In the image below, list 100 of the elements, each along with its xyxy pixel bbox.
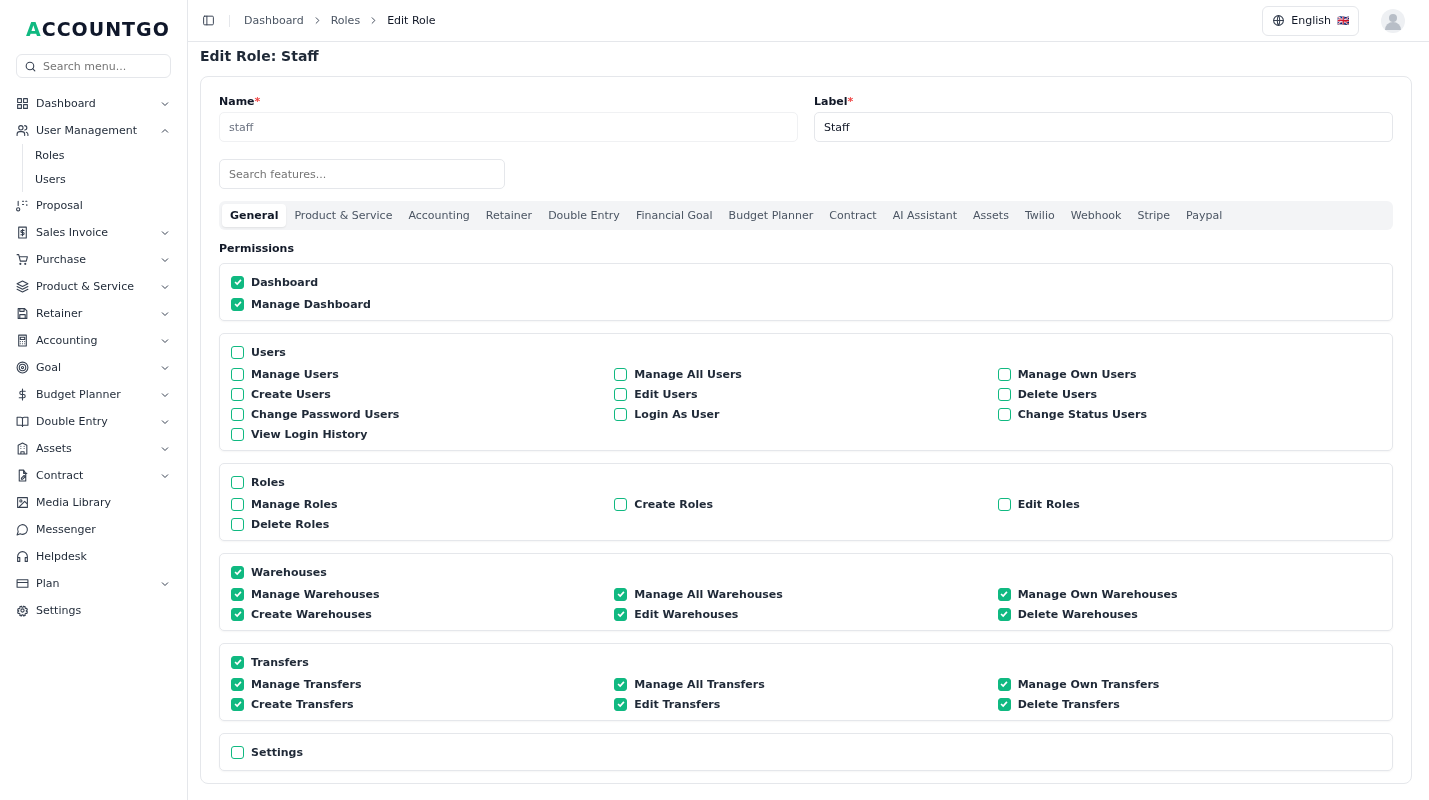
- checkbox[interactable]: [614, 497, 628, 511]
- checkbox-label: Manage Roles: [251, 497, 338, 511]
- checkbox[interactable]: [997, 407, 1011, 421]
- sidebar-item[interactable]: Contract: [16, 462, 171, 489]
- settings-icon: [16, 604, 29, 617]
- sidebar-subitem[interactable]: Roles: [35, 144, 171, 168]
- sidebar-item-label: Sales Invoice: [36, 226, 110, 239]
- checkbox[interactable]: [614, 677, 628, 691]
- language-button[interactable]: English 🇬🇧: [1262, 5, 1359, 36]
- checkbox-label: Settings: [251, 745, 303, 759]
- tab[interactable]: Contract: [821, 204, 885, 227]
- sidebar-item[interactable]: Settings: [16, 597, 171, 624]
- checkbox-label: Create Transfers: [251, 697, 354, 711]
- sidebar-item-label: Proposal: [36, 199, 84, 212]
- sidebar-item[interactable]: Purchase: [16, 246, 171, 273]
- checkbox[interactable]: [231, 387, 244, 401]
- checkbox[interactable]: [231, 427, 244, 441]
- checkbox-label: Create Roles: [634, 497, 714, 511]
- target-icon: [16, 361, 29, 374]
- tab[interactable]: Accounting: [400, 204, 478, 227]
- avatar[interactable]: [1381, 8, 1405, 33]
- checkbox[interactable]: [231, 565, 244, 579]
- tab[interactable]: Retainer: [477, 204, 541, 227]
- sidebar-item[interactable]: Goal: [16, 354, 171, 381]
- breadcrumb-item[interactable]: Dashboard: [244, 14, 304, 27]
- tab[interactable]: Twilio: [1016, 204, 1063, 227]
- checkbox[interactable]: [231, 607, 244, 621]
- checkbox-label: Edit Transfers: [634, 697, 721, 711]
- tab[interactable]: Paypal: [1178, 204, 1231, 227]
- checkbox[interactable]: [231, 297, 244, 311]
- checkbox[interactable]: [614, 697, 628, 711]
- sidebar-item[interactable]: Accounting: [16, 327, 171, 354]
- checkbox[interactable]: [997, 367, 1011, 381]
- tab[interactable]: General: [222, 204, 287, 227]
- sidebar-item[interactable]: Sales Invoice: [16, 219, 171, 246]
- cart-icon: [16, 253, 29, 266]
- checkbox-label: View Login History: [251, 427, 368, 441]
- sidebar-item[interactable]: Product & Service: [16, 273, 171, 300]
- checkbox-label: Edit Roles: [1017, 497, 1080, 511]
- sidebar-item[interactable]: Messenger: [16, 516, 171, 543]
- search-features-field[interactable]: Search features...: [219, 159, 505, 189]
- checkbox[interactable]: [231, 677, 244, 691]
- search-menu-field[interactable]: Search menu...: [16, 54, 171, 78]
- checkbox[interactable]: [614, 387, 628, 401]
- sidebar-item-label: Accounting: [36, 334, 99, 347]
- checkbox-label: Delete Users: [1017, 387, 1097, 401]
- checkbox[interactable]: [231, 497, 244, 511]
- checkbox[interactable]: [231, 517, 244, 531]
- tab[interactable]: Double Entry: [540, 204, 628, 227]
- tab[interactable]: Product & Service: [286, 204, 401, 227]
- checkbox-label: Transfers: [251, 655, 309, 669]
- checkbox[interactable]: [231, 655, 244, 669]
- sidebar-item[interactable]: Double Entry: [16, 408, 171, 435]
- tab[interactable]: Stripe: [1129, 204, 1179, 227]
- sidebar-item-label: Purchase: [36, 253, 87, 266]
- sidebar-item[interactable]: Dashboard: [16, 90, 171, 117]
- grid-icon: [16, 97, 29, 110]
- breadcrumb-item: Edit Role: [387, 14, 436, 27]
- sidebar-item[interactable]: Media Library: [16, 489, 171, 516]
- sidebar-item[interactable]: Assets: [16, 435, 171, 462]
- checkbox[interactable]: [997, 387, 1011, 401]
- checkbox[interactable]: [997, 587, 1011, 601]
- checkbox[interactable]: [231, 475, 244, 489]
- checkbox[interactable]: [614, 407, 628, 421]
- checkbox-label: Users: [251, 345, 286, 359]
- tab[interactable]: Budget Planner: [720, 204, 822, 227]
- breadcrumb-item[interactable]: Roles: [330, 14, 361, 27]
- checkbox[interactable]: [997, 677, 1011, 691]
- label-field[interactable]: Staff: [814, 112, 1393, 142]
- checkbox-label: Change Status Users: [1017, 407, 1147, 421]
- sidebar-item[interactable]: Helpdesk: [16, 543, 171, 570]
- checkbox[interactable]: [231, 745, 244, 759]
- checkbox[interactable]: [614, 367, 628, 381]
- tab[interactable]: AI Assistant: [884, 204, 966, 227]
- checkbox[interactable]: [614, 587, 628, 601]
- sidebar-item[interactable]: User Management: [16, 117, 171, 144]
- tab[interactable]: Assets: [965, 204, 1017, 227]
- checkbox[interactable]: [997, 497, 1011, 511]
- checkbox[interactable]: [231, 367, 244, 381]
- sidebar-item-label: User Management: [36, 124, 139, 137]
- checkbox[interactable]: [997, 697, 1011, 711]
- checkbox[interactable]: [614, 607, 628, 621]
- checkbox[interactable]: [231, 407, 244, 421]
- tab[interactable]: Webhook: [1062, 204, 1130, 227]
- checkbox-label: Manage Users: [251, 367, 339, 381]
- checkbox[interactable]: [231, 697, 244, 711]
- sidebar-item[interactable]: Retainer: [16, 300, 171, 327]
- sidebar-toggle-icon[interactable]: [202, 14, 215, 27]
- tab[interactable]: Financial Goal: [627, 204, 721, 227]
- checkbox[interactable]: [997, 607, 1011, 621]
- sidebar-subitem[interactable]: Users: [35, 168, 171, 192]
- checkbox[interactable]: [231, 275, 244, 289]
- checkbox-label: Manage All Users: [634, 367, 742, 381]
- sidebar-item[interactable]: Proposal: [16, 192, 171, 219]
- field-label: Label*: [814, 95, 855, 108]
- checkbox[interactable]: [231, 345, 244, 359]
- sidebar-item[interactable]: Budget Planner: [16, 381, 171, 408]
- checkbox[interactable]: [231, 587, 244, 601]
- sidebar-item[interactable]: Plan: [16, 570, 171, 597]
- section-heading: Permissions: [219, 242, 295, 255]
